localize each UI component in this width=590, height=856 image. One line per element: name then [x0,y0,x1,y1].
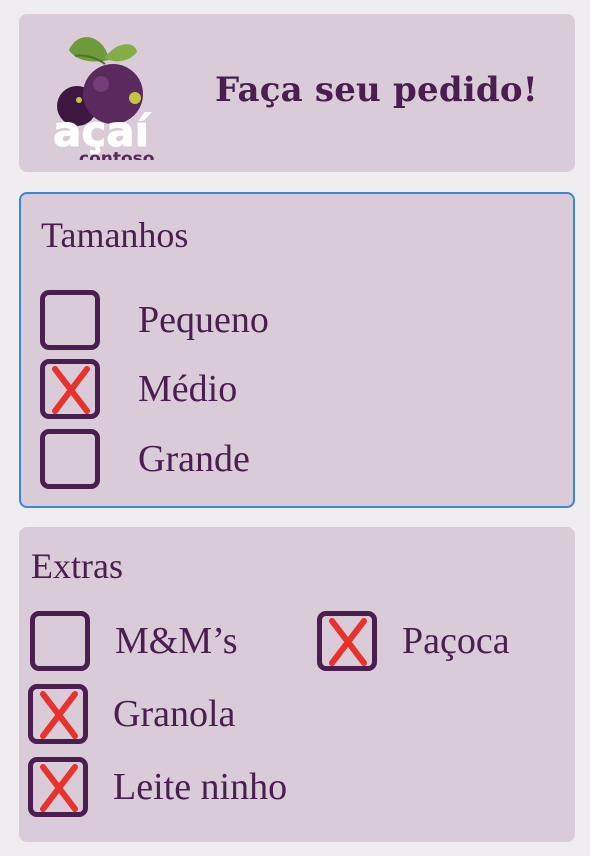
size-option-label: Grande [138,438,250,480]
size-option-grande[interactable]: Grande [40,429,250,489]
extra-checkbox-pacoca[interactable] [317,611,377,671]
size-option-pequeno[interactable]: Pequeno [40,290,269,350]
header-card: açaí contoso Faça seu pedido! [19,14,575,172]
extras-title: Extras [31,546,123,586]
sizes-card: Tamanhos Pequeno Médio Grande [19,192,575,508]
size-checkbox-pequeno[interactable] [40,290,100,350]
size-option-label: Médio [138,368,238,410]
x-mark-icon [40,691,78,739]
x-mark-icon [52,366,90,414]
size-option-label: Pequeno [138,299,269,341]
extra-option-granola[interactable]: Granola [28,684,235,744]
acai-contoso-logo: açaí contoso [39,30,159,169]
size-option-medio[interactable]: Médio [40,359,237,419]
x-mark-icon [40,764,78,812]
extra-option-mms[interactable]: M&M’s [30,611,237,671]
extra-option-label: Granola [113,693,236,735]
extra-option-label: Paçoca [402,620,510,662]
size-checkbox-medio[interactable] [40,359,100,419]
extra-option-label: M&M’s [115,620,238,662]
extra-option-leite-ninho[interactable]: Leite ninho [28,757,287,817]
page-title: Faça seu pedido! [215,70,538,110]
extra-checkbox-mms[interactable] [30,611,90,671]
extra-option-pacoca[interactable]: Paçoca [317,611,510,671]
acai-logo-icon: açaí contoso [53,37,154,169]
extra-option-label: Leite ninho [113,766,288,808]
logo-subword: contoso [79,149,154,160]
x-mark-icon [329,618,367,666]
extra-checkbox-leite-ninho[interactable] [28,757,88,817]
extras-card: Extras M&M’s Paçoca Granola Leite ninho [19,527,575,842]
extra-checkbox-granola[interactable] [28,684,88,744]
size-checkbox-grande[interactable] [40,429,100,489]
sizes-title: Tamanhos [41,215,189,255]
